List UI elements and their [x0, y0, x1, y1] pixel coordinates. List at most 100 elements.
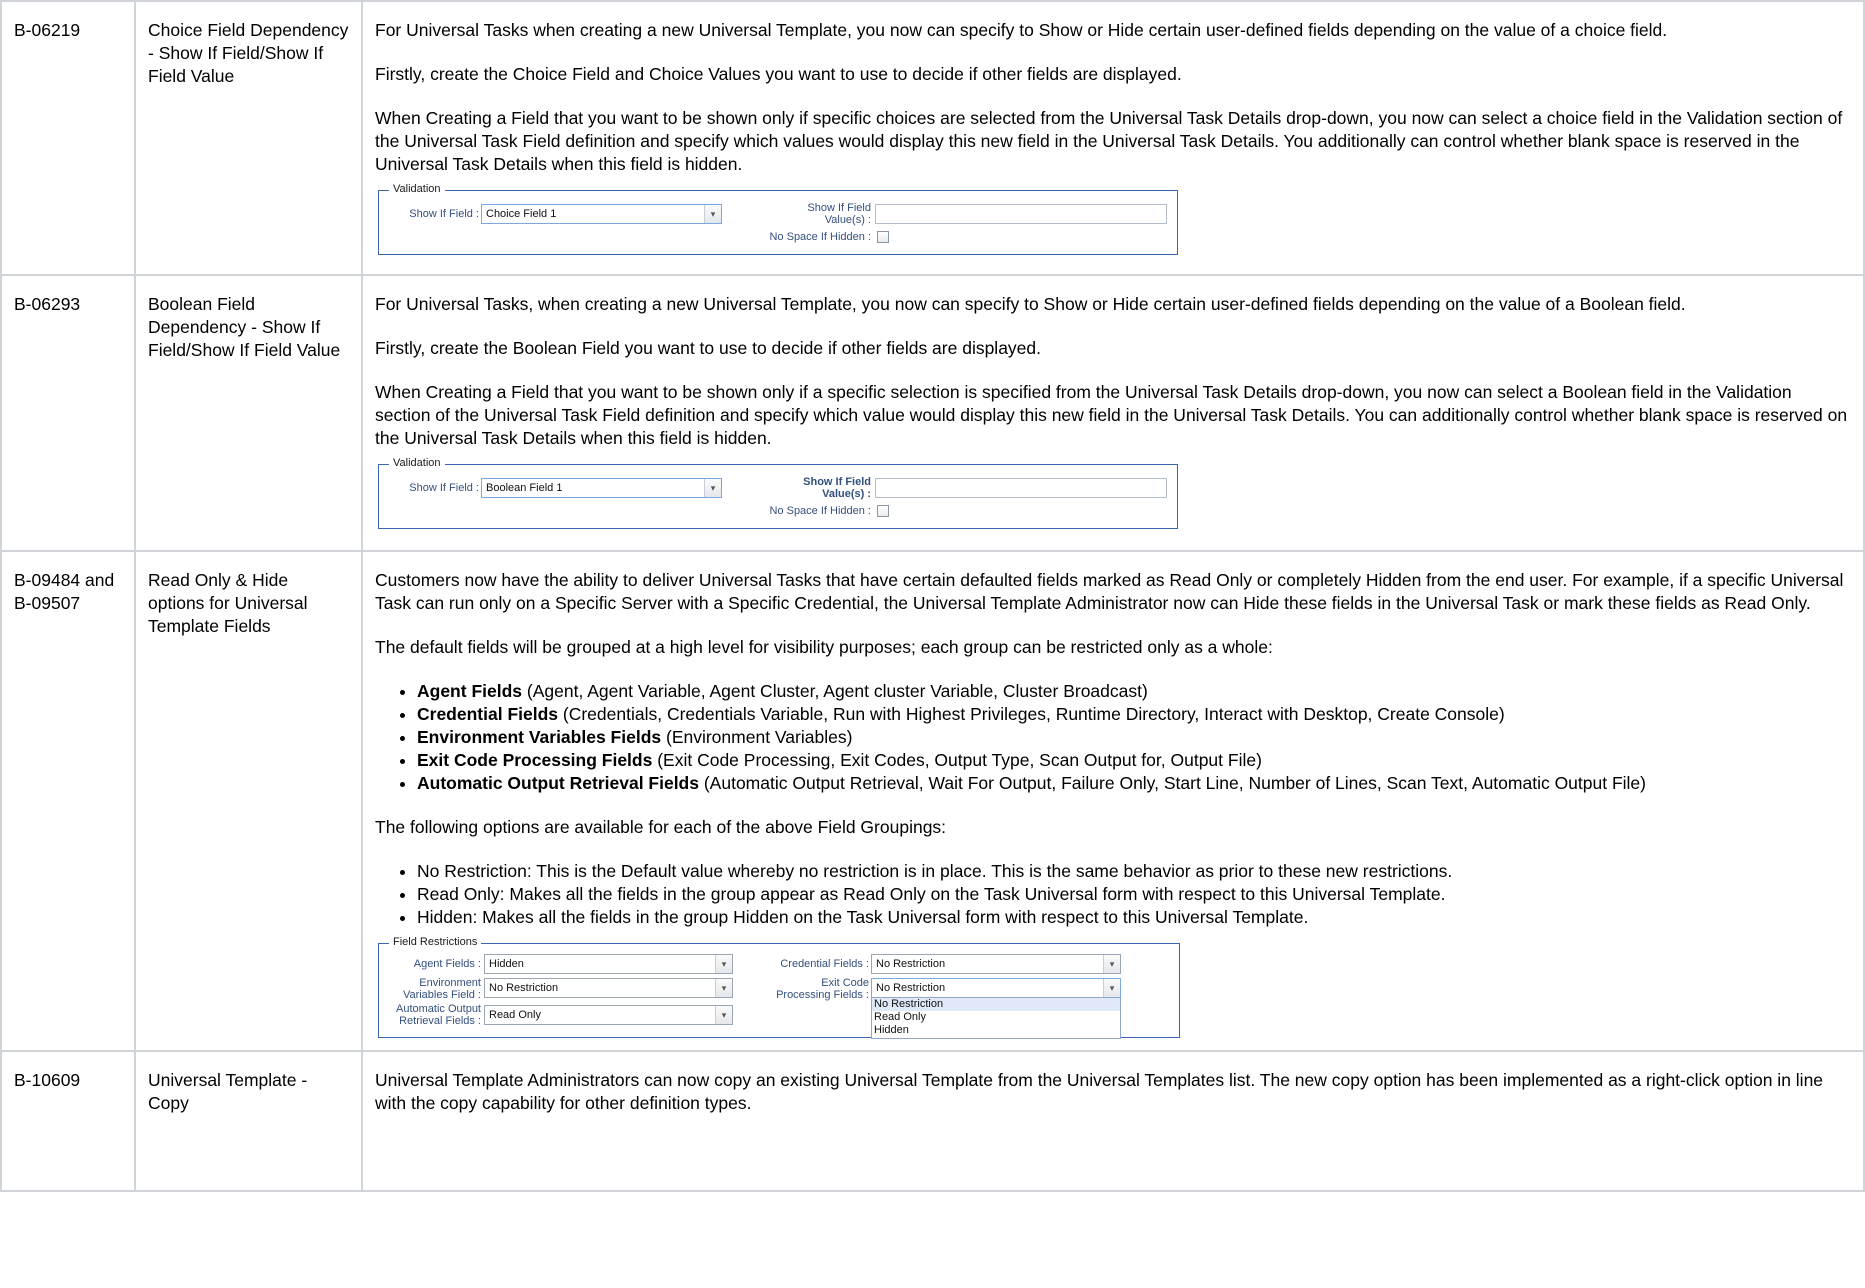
show-if-field-select[interactable]: Boolean Field 1 ▾	[481, 478, 722, 498]
group-desc: (Agent, Agent Variable, Agent Cluster, A…	[522, 681, 1148, 701]
show-if-value-input[interactable]	[875, 478, 1167, 498]
group-name: Exit Code Processing Fields	[417, 750, 653, 770]
env-vars-label: Environment Variables Field :	[389, 977, 481, 1001]
chevron-down-icon[interactable]: ▾	[704, 205, 721, 223]
item-title-cell: Universal Template - Copy	[134, 1050, 363, 1192]
label-line: Variables Field :	[402, 989, 481, 1001]
list-item: Agent Fields (Agent, Agent Variable, Age…	[417, 680, 1851, 703]
item-id: B-10609	[14, 1070, 81, 1090]
dropdown-option[interactable]: No Restriction	[872, 998, 1120, 1011]
chevron-down-icon[interactable]: ▾	[715, 1006, 732, 1024]
select-value: No Restriction	[876, 982, 946, 994]
chevron-down-icon[interactable]: ▾	[704, 479, 721, 497]
description-paragraph: For Universal Tasks, when creating a new…	[375, 294, 1686, 314]
item-title: Boolean Field Dependency - Show If Field…	[148, 294, 341, 360]
item-id: B-09484 and B-09507	[14, 570, 115, 613]
label-line: Environment	[419, 977, 481, 989]
chevron-down-icon[interactable]: ▾	[715, 955, 732, 973]
no-space-checkbox[interactable]	[877, 231, 889, 243]
validation-fieldset: Validation Show If Field : Choice Field …	[378, 183, 1178, 255]
list-item: Read Only: Makes all the fields in the g…	[417, 883, 1851, 906]
description-paragraph: Firstly, create the Boolean Field you wa…	[375, 338, 1042, 358]
item-id-cell: B-06219	[0, 0, 136, 276]
fieldset-legend: Validation	[389, 457, 445, 470]
show-if-field-label: Show If Field :	[409, 482, 479, 494]
exit-code-select[interactable]: No Restriction ▾	[871, 978, 1121, 998]
credential-fields-label: Credential Fields :	[780, 958, 869, 970]
item-description-cell: Customers now have the ability to delive…	[361, 550, 1865, 1052]
item-id-cell: B-09484 and B-09507	[0, 550, 136, 1052]
show-if-value-label: Show If Field Value(s) :	[779, 476, 871, 500]
select-value: Hidden	[489, 958, 524, 970]
description-paragraph: Firstly, create the Choice Field and Cho…	[375, 64, 1182, 84]
item-id-cell: B-06293	[0, 274, 136, 552]
group-name: Automatic Output Retrieval Fields	[417, 773, 699, 793]
auto-output-select[interactable]: Read Only ▾	[484, 1005, 733, 1025]
label-line: Exit Code	[821, 977, 869, 989]
label-line: Show If Field	[807, 202, 871, 214]
label-line: Value(s) :	[824, 214, 871, 226]
description-paragraph: Customers now have the ability to delive…	[375, 570, 1844, 613]
item-title-cell: Choice Field Dependency - Show If Field/…	[134, 0, 363, 276]
validation-fieldset: Validation Show If Field : Boolean Field…	[378, 457, 1178, 529]
group-desc: (Automatic Output Retrieval, Wait For Ou…	[698, 773, 1646, 793]
list-item: Automatic Output Retrieval Fields (Autom…	[417, 772, 1851, 795]
env-vars-select[interactable]: No Restriction ▾	[484, 978, 733, 998]
no-space-label: No Space If Hidden :	[769, 231, 871, 243]
agent-fields-select[interactable]: Hidden ▾	[484, 954, 733, 974]
item-title-cell: Read Only & Hide options for Universal T…	[134, 550, 363, 1052]
field-restrictions-fieldset: Field Restrictions Agent Fields : Hidden…	[378, 936, 1180, 1039]
item-title-cell: Boolean Field Dependency - Show If Field…	[134, 274, 363, 552]
show-if-field-label: Show If Field :	[409, 208, 479, 220]
chevron-down-icon[interactable]: ▾	[1103, 955, 1120, 973]
chevron-down-icon[interactable]: ▾	[715, 979, 732, 997]
field-group-list: Agent Fields (Agent, Agent Variable, Age…	[375, 680, 1851, 795]
table-row: B-06293 Boolean Field Dependency - Show …	[0, 274, 1865, 552]
fieldset-legend: Field Restrictions	[389, 936, 482, 949]
description-paragraph: For Universal Tasks when creating a new …	[375, 20, 1668, 40]
table-row: B-06219 Choice Field Dependency - Show I…	[0, 0, 1865, 276]
description-paragraph: When Creating a Field that you want to b…	[375, 382, 1848, 448]
fieldset-legend: Validation	[389, 183, 445, 196]
item-description-cell: For Universal Tasks, when creating a new…	[361, 274, 1865, 552]
label-line: Automatic Output	[396, 1003, 481, 1015]
item-title: Choice Field Dependency - Show If Field/…	[148, 20, 349, 86]
credential-fields-select[interactable]: No Restriction ▾	[871, 954, 1121, 974]
item-id: B-06293	[14, 294, 81, 314]
table-row: B-10609 Universal Template - Copy Univer…	[0, 1050, 1865, 1192]
list-item: No Restriction: This is the Default valu…	[417, 860, 1851, 883]
select-value: Boolean Field 1	[486, 482, 563, 494]
dropdown-option[interactable]: Read Only	[872, 1011, 1120, 1024]
group-desc: (Environment Variables)	[661, 727, 853, 747]
item-title: Universal Template - Copy	[148, 1070, 308, 1113]
select-value: No Restriction	[876, 958, 946, 970]
show-if-field-select[interactable]: Choice Field 1 ▾	[481, 204, 722, 224]
label-line: Value(s) :	[822, 488, 871, 500]
label-line: Processing Fields :	[776, 989, 869, 1001]
item-id-cell: B-10609	[0, 1050, 136, 1192]
item-description-cell: Universal Template Administrators can no…	[361, 1050, 1865, 1192]
group-name: Agent Fields	[417, 681, 523, 701]
show-if-value-label: Show If Field Value(s) :	[779, 202, 871, 226]
agent-fields-label: Agent Fields :	[413, 958, 481, 970]
label-line: Retrieval Fields :	[399, 1015, 481, 1027]
table-row: B-09484 and B-09507 Read Only & Hide opt…	[0, 550, 1865, 1052]
select-value: Read Only	[489, 1009, 541, 1021]
group-desc: (Credentials, Credentials Variable, Run …	[558, 704, 1505, 724]
chevron-down-icon[interactable]: ▾	[1103, 979, 1120, 997]
list-item: Environment Variables Fields (Environmen…	[417, 726, 1851, 749]
no-space-label: No Space If Hidden :	[769, 505, 871, 517]
group-name: Credential Fields	[417, 704, 559, 724]
no-space-checkbox[interactable]	[877, 505, 889, 517]
list-item: Exit Code Processing Fields (Exit Code P…	[417, 749, 1851, 772]
description-paragraph: The following options are available for …	[375, 817, 947, 837]
description-paragraph: The default fields will be grouped at a …	[375, 637, 1273, 657]
show-if-value-input[interactable]	[875, 204, 1167, 224]
item-description-cell: For Universal Tasks when creating a new …	[361, 0, 1865, 276]
list-item: Credential Fields (Credentials, Credenti…	[417, 703, 1851, 726]
release-notes-table: B-06219 Choice Field Dependency - Show I…	[0, 0, 1865, 1192]
description-paragraph: Universal Template Administrators can no…	[375, 1070, 1824, 1113]
select-value: Choice Field 1	[486, 208, 557, 220]
auto-output-label: Automatic Output Retrieval Fields :	[389, 1003, 481, 1027]
dropdown-option[interactable]: Hidden	[872, 1024, 1120, 1037]
